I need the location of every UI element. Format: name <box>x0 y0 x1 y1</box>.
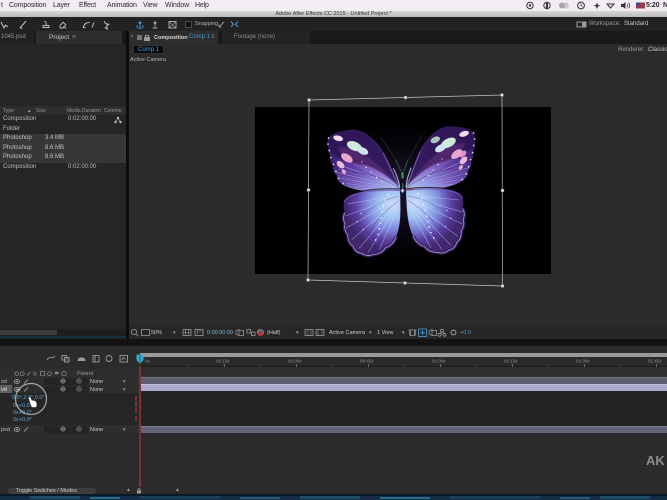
svg-text:fx: fx <box>33 371 37 376</box>
